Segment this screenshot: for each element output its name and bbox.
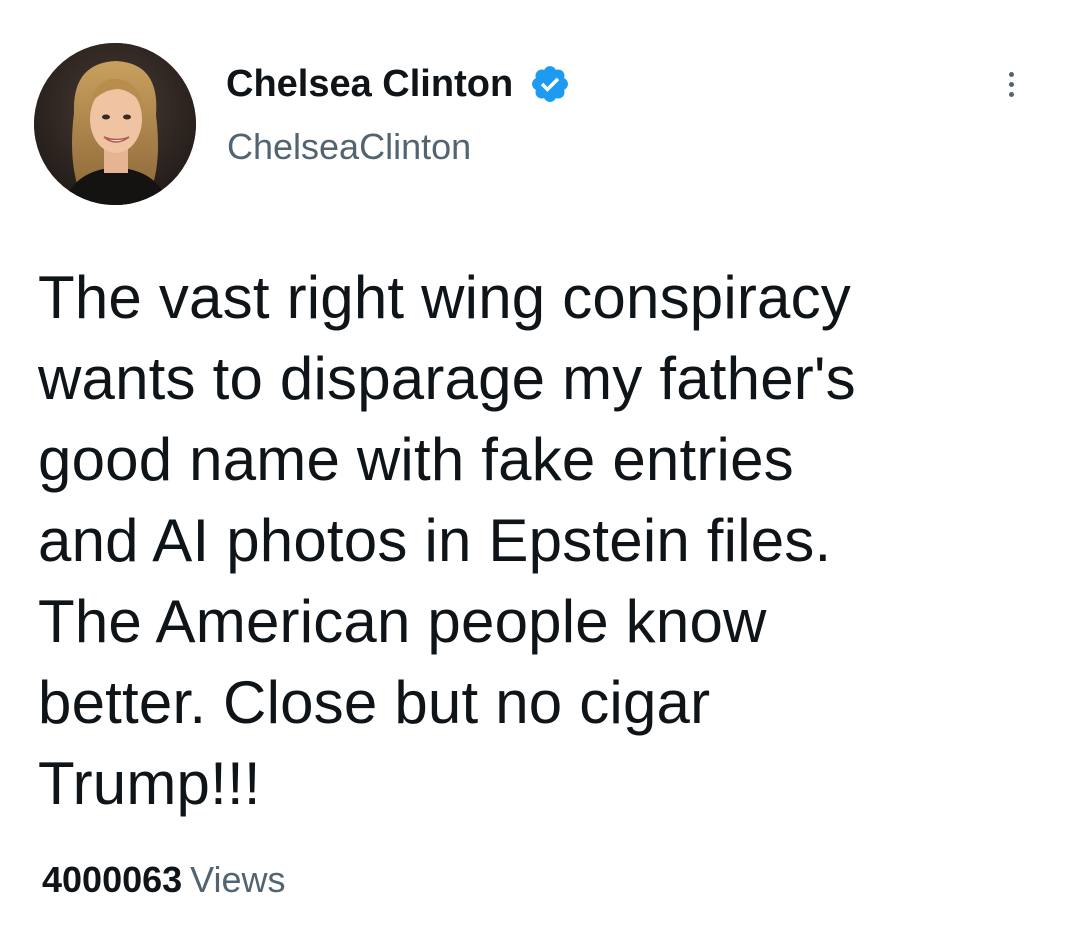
views-stat[interactable]: 4000063 Views (42, 858, 286, 902)
views-count: 4000063 (42, 859, 183, 900)
more-vertical-icon[interactable] (996, 64, 1026, 104)
profile-photo (34, 43, 196, 205)
more-dot (1008, 91, 1014, 97)
author-name-row[interactable]: Chelsea Clinton (226, 62, 571, 106)
author-handle[interactable]: ChelseaClinton (227, 126, 471, 168)
verified-badge-icon (529, 63, 571, 105)
views-label: Views (190, 859, 286, 900)
tweet-card: Chelsea Clinton ChelseaClinton The vast … (0, 0, 1080, 939)
tweet-text: The vast right wing conspiracy wants to … (38, 264, 856, 817)
avatar[interactable] (34, 43, 196, 205)
author-display-name[interactable]: Chelsea Clinton (226, 62, 513, 106)
more-dot (1008, 81, 1014, 87)
more-dot (1008, 71, 1014, 77)
